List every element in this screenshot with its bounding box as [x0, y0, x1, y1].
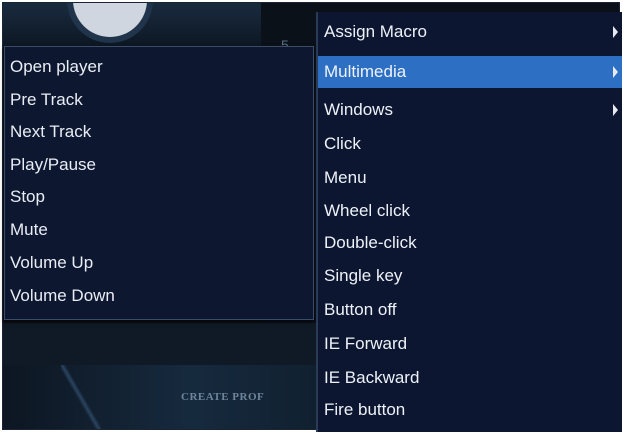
submenu-item-play-pause[interactable]: Play/Pause [10, 149, 96, 181]
context-menu: Assign Macro Multimedia Windows Click Me… [316, 12, 622, 432]
menu-item-multimedia[interactable]: Multimedia [318, 56, 622, 88]
profile-strip [3, 323, 318, 429]
menu-item-menu[interactable]: Menu [318, 162, 622, 194]
submenu-arrow-icon [613, 104, 618, 116]
submenu-item-stop[interactable]: Stop [10, 181, 45, 213]
menu-item-single-key[interactable]: Single key [318, 260, 622, 292]
menu-item-fire-button[interactable]: Fire button [318, 394, 622, 426]
submenu-item-volume-up[interactable]: Volume Up [10, 247, 93, 279]
menu-item-click[interactable]: Click [318, 128, 622, 160]
menu-item-windows[interactable]: Windows [318, 94, 622, 126]
menu-item-button-off[interactable]: Button off [318, 294, 622, 326]
submenu-item-volume-down[interactable]: Volume Down [10, 280, 115, 312]
menu-item-double-click[interactable]: Double-click [318, 227, 622, 259]
menu-item-label: Assign Macro [324, 22, 427, 41]
menu-item-ie-forward[interactable]: IE Forward [318, 328, 622, 360]
menu-item-wheel-click[interactable]: Wheel click [318, 195, 622, 227]
submenu-item-mute[interactable]: Mute [10, 214, 48, 246]
multimedia-submenu: Open player Pre Track Next Track Play/Pa… [4, 46, 314, 320]
menu-item-assign-macro[interactable]: Assign Macro [318, 16, 622, 48]
profile-band [3, 365, 318, 429]
submenu-arrow-icon [613, 26, 618, 38]
header-banner [3, 3, 263, 49]
submenu-arrow-icon [613, 66, 618, 78]
menu-item-label: Multimedia [324, 62, 407, 81]
brand-logo [73, 3, 147, 37]
submenu-item-pre-track[interactable]: Pre Track [10, 84, 83, 116]
profile-band-edge [61, 365, 101, 429]
create-profile-button[interactable]: CREATE PROF [181, 391, 264, 403]
submenu-item-open-player[interactable]: Open player [10, 51, 103, 83]
menu-item-label: Windows [324, 100, 393, 119]
submenu-item-next-track[interactable]: Next Track [10, 116, 91, 148]
menu-item-ie-backward[interactable]: IE Backward [318, 362, 622, 394]
